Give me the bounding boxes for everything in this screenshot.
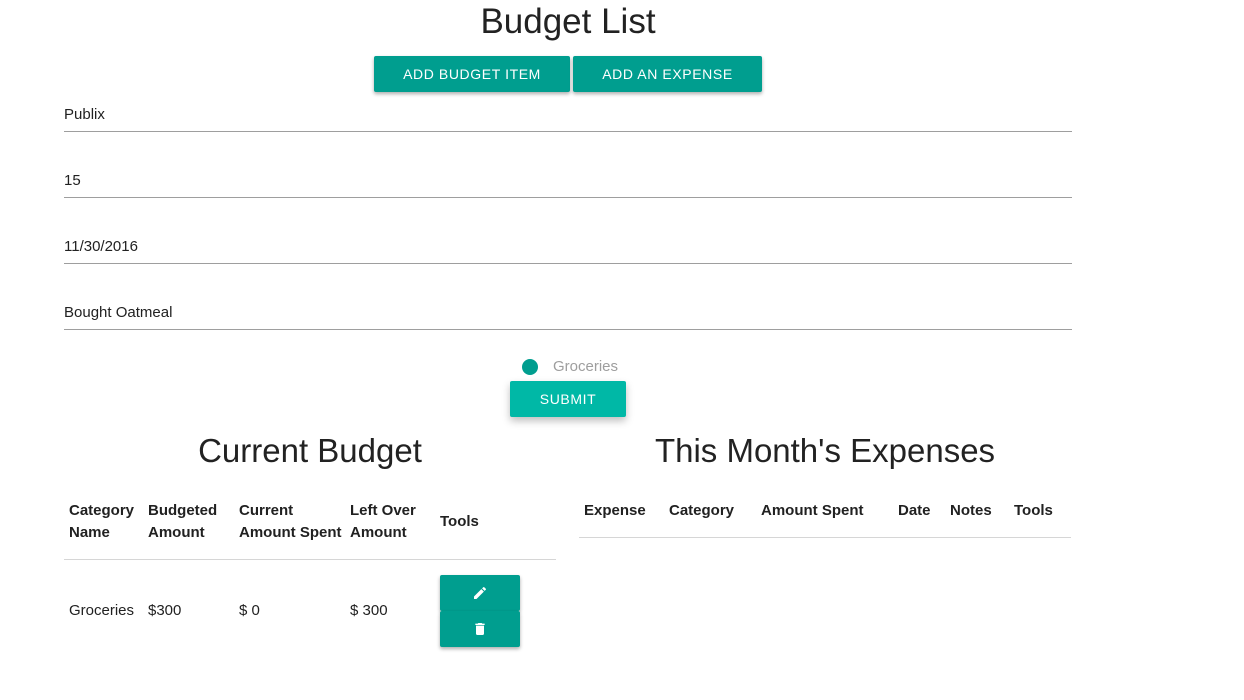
header-left-over-amount: Left Over Amount <box>350 502 416 541</box>
add-budget-item-button[interactable]: ADD BUDGET ITEM <box>374 56 570 92</box>
add-expense-button[interactable]: ADD AN EXPENSE <box>573 56 762 92</box>
current-budget-title: Current Budget <box>198 432 422 469</box>
expenses-header-divider <box>579 537 1071 538</box>
category-radio-option[interactable]: Groceries <box>522 358 618 375</box>
header-expense-tools: Tools <box>1014 502 1053 519</box>
notes-field-wrapper <box>64 295 1072 330</box>
amount-field[interactable] <box>64 163 1072 197</box>
header-current-amount-spent: Current Amount Spent <box>239 502 342 541</box>
notes-field[interactable] <box>64 295 1072 329</box>
header-expense: Expense <box>584 502 646 519</box>
header-tools: Tools <box>440 513 479 530</box>
date-field[interactable] <box>64 229 1072 263</box>
pencil-icon <box>474 586 487 599</box>
header-amount-spent: Amount Spent <box>761 502 864 519</box>
header-budgeted-amount: Budgeted Amount <box>148 502 218 541</box>
expense-name-field[interactable] <box>64 97 1072 131</box>
radio-selected-icon[interactable] <box>522 358 538 375</box>
cell-spent: $ 0 <box>239 602 260 619</box>
date-field-wrapper <box>64 229 1072 264</box>
header-notes: Notes <box>950 502 992 519</box>
delete-budget-button[interactable] <box>440 611 520 647</box>
cell-category: Groceries <box>69 602 135 619</box>
trash-icon <box>475 623 485 635</box>
submit-button[interactable]: SUBMIT <box>510 381 626 417</box>
header-date: Date <box>898 502 931 519</box>
budget-header-divider <box>64 559 556 560</box>
monthly-expenses-title: This Month's Expenses <box>654 432 996 469</box>
page-title: Budget List <box>480 2 656 41</box>
cell-left-over: $ 300 <box>350 602 388 619</box>
edit-budget-button[interactable] <box>440 575 520 611</box>
cell-budgeted: $300 <box>148 602 182 619</box>
header-category-name: Category Name <box>69 502 135 541</box>
expense-name-field-wrapper <box>64 97 1072 132</box>
header-category: Category <box>669 502 735 519</box>
amount-field-wrapper <box>64 163 1072 198</box>
category-radio-label: Groceries <box>553 358 619 375</box>
